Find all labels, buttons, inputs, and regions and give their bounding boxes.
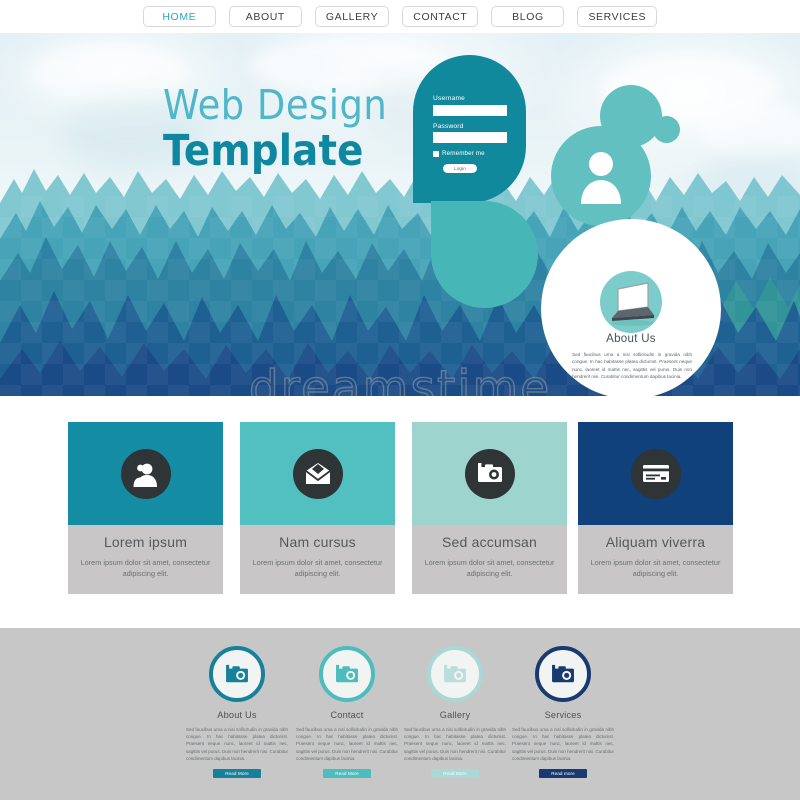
laptop-icon — [611, 282, 655, 326]
username-label: Username — [433, 95, 466, 102]
nav-item-services[interactable]: SERVICES — [577, 6, 658, 27]
page-root: HOME ABOUT GALLERY CONTACT BLOG SERVICES — [0, 0, 800, 800]
card-description: Lorem ipsum dolor sit amet, consectetur … — [590, 558, 721, 579]
nav-item-blog[interactable]: BLOG — [491, 6, 565, 27]
nav-item-home[interactable]: HOME — [142, 6, 216, 27]
nav-item-contact[interactable]: CONTACT — [402, 6, 479, 27]
nav-label: CONTACT — [413, 10, 468, 23]
card-icon-area — [240, 422, 395, 525]
about-us-icon-circle — [600, 271, 662, 333]
login-form: Username Password Remember me Login — [433, 95, 523, 173]
read-more-label: Read more — [551, 770, 575, 776]
about-us-body: Sed faucibus urna a nisi sollicitudin in… — [572, 352, 692, 380]
carousel-item[interactable]: Services Sed faucibus urna a nisi sollic… — [498, 646, 628, 778]
feature-card[interactable]: Sed accumsan Lorem ipsum dolor sit amet,… — [412, 422, 567, 594]
card-title: Sed accumsan — [441, 534, 537, 550]
decorative-teal-shape — [431, 201, 538, 308]
camera-icon — [552, 664, 574, 682]
read-more-button[interactable]: Read more — [539, 768, 587, 778]
card-text-area: Aliquam viverra Lorem ipsum dolor sit am… — [578, 525, 733, 594]
nav-label: SERVICES — [588, 10, 647, 23]
carousel-icon-ring — [319, 646, 375, 702]
carousel-item-title: Services — [544, 710, 582, 720]
password-input[interactable] — [433, 132, 507, 143]
main-navigation: HOME ABOUT GALLERY CONTACT BLOG SERVICES — [0, 0, 800, 33]
card-title: Lorem ipsum — [103, 534, 188, 550]
remember-me-label: Remember me — [442, 150, 485, 157]
read-more-button[interactable]: Read More — [213, 768, 261, 778]
hero-banner: Web Design Template Username Password Re… — [0, 33, 800, 396]
nav-item-gallery[interactable]: GALLERY — [314, 6, 390, 27]
icon-badge — [120, 448, 171, 499]
login-button[interactable]: Login — [443, 164, 477, 173]
username-input[interactable] — [433, 104, 507, 116]
camera-icon — [477, 463, 502, 482]
carousel-icon-ring — [427, 646, 483, 702]
card-text-area: Nam cursus Lorem ipsum dolor sit amet, c… — [240, 525, 395, 594]
card-description: Lorem ipsum dolor sit amet, consectetur … — [252, 558, 383, 579]
user-icon — [581, 152, 621, 204]
card-title: Nam cursus — [279, 534, 356, 550]
remember-me-checkbox[interactable] — [433, 150, 439, 157]
card-icon-area — [68, 422, 223, 525]
card-icon-area — [412, 422, 567, 525]
remember-me-row[interactable]: Remember me — [433, 150, 523, 157]
feature-card[interactable]: Lorem ipsum Lorem ipsum dolor sit amet, … — [68, 422, 223, 594]
carousel-section: About Us Sed faucibus urna a nisi sollic… — [0, 628, 800, 800]
read-more-button[interactable]: Read More — [323, 768, 371, 778]
feature-card[interactable]: Nam cursus Lorem ipsum dolor sit amet, c… — [240, 422, 395, 594]
card-title: Aliquam viverra — [605, 534, 706, 550]
about-us-title: About Us — [606, 333, 656, 345]
nav-label: ABOUT — [245, 10, 285, 23]
icon-badge — [292, 448, 343, 499]
card-icon-area — [578, 422, 733, 525]
feature-cards-section: Lorem ipsum Lorem ipsum dolor sit amet, … — [0, 396, 800, 628]
hero-graphic-cluster: Username Password Remember me Login Abou… — [0, 33, 800, 396]
card-description: Lorem ipsum dolor sit amet, consectetur … — [424, 558, 555, 579]
avatar-circle — [551, 126, 651, 226]
credit-card-icon — [642, 465, 669, 482]
read-more-label: Read More — [443, 770, 467, 776]
nav-item-about[interactable]: ABOUT — [228, 6, 302, 27]
nav-label: HOME — [162, 10, 197, 23]
card-text-area: Lorem ipsum Lorem ipsum dolor sit amet, … — [68, 525, 223, 594]
user-group-icon — [133, 463, 157, 487]
read-more-label: Read More — [335, 770, 359, 776]
camera-icon — [336, 664, 358, 682]
nav-label: BLOG — [512, 10, 544, 23]
decorative-bubble-small — [653, 116, 680, 143]
envelope-icon — [304, 462, 331, 484]
camera-icon — [444, 664, 466, 682]
camera-icon — [226, 664, 248, 682]
feature-card[interactable]: Aliquam viverra Lorem ipsum dolor sit am… — [578, 422, 733, 594]
carousel-item-body: Sed faucibus urna a nisi sollicitudin in… — [512, 727, 614, 761]
login-button-label: Login — [454, 166, 466, 171]
read-more-label: Read More — [225, 770, 249, 776]
carousel-icon-ring — [535, 646, 591, 702]
nav-label: GALLERY — [325, 10, 379, 23]
password-label: Password — [433, 122, 464, 130]
card-description: Lorem ipsum dolor sit amet, consectetur … — [80, 558, 211, 579]
carousel-icon-ring — [209, 646, 265, 702]
card-text-area: Sed accumsan Lorem ipsum dolor sit amet,… — [412, 525, 567, 594]
icon-badge — [464, 448, 515, 499]
read-more-button[interactable]: Read More — [431, 768, 479, 778]
icon-badge — [630, 448, 681, 499]
